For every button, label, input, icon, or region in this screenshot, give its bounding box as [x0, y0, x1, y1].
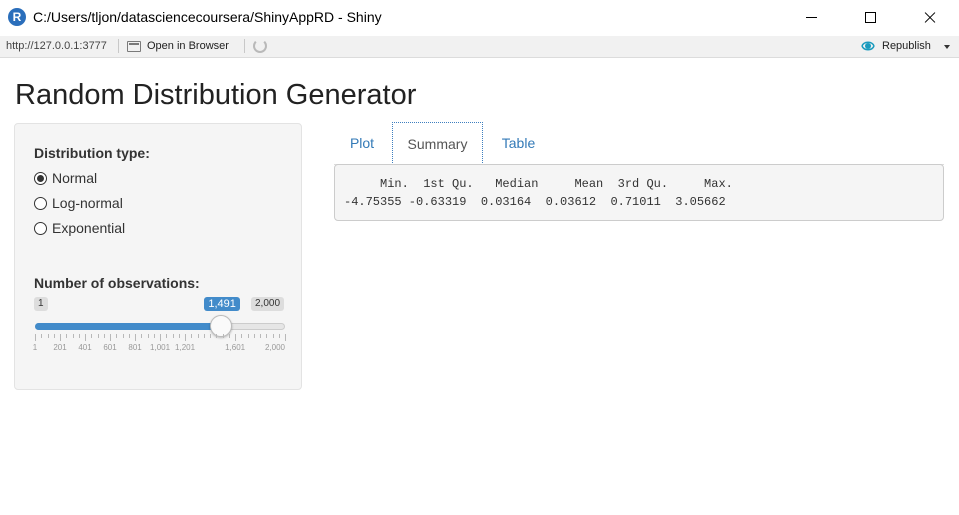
slider-minor-tick [41, 334, 43, 338]
summary-values-row: -4.75355 -0.63319 0.03164 0.03612 0.7101… [344, 195, 733, 209]
slider-minor-tick [253, 334, 255, 338]
slider-minor-tick [166, 334, 168, 338]
tab-bar: Plot Summary Table [334, 122, 944, 165]
sidebar-panel: Distribution type: Normal Log-normal Exp… [14, 123, 302, 390]
slider-minor-tick [278, 334, 280, 338]
slider-minor-tick [103, 334, 105, 338]
slider-minor-tick [91, 334, 93, 338]
r-app-icon: R [8, 8, 26, 26]
slider-minor-tick [72, 334, 74, 338]
slider-minor-tick [178, 334, 180, 338]
slider-max-label: 2,000 [251, 297, 285, 311]
slider-tick-label: 1 [32, 343, 38, 352]
close-icon[interactable] [907, 0, 953, 36]
refresh-icon[interactable] [253, 39, 267, 53]
radio-label: Normal [52, 170, 98, 186]
radio-exponential[interactable]: Exponential [34, 219, 125, 237]
radio-label: Log-normal [52, 195, 123, 211]
slider-tick-label: 1,601 [225, 343, 246, 352]
slider-minor-tick [191, 334, 193, 338]
slider-minor-tick [66, 334, 68, 338]
url-address: http://127.0.0.1:3777 [6, 40, 107, 52]
republish-button[interactable]: Republish [882, 40, 931, 52]
slider-major-tick [110, 334, 112, 341]
slider-min-label: 1 [34, 297, 48, 311]
slider-tick-label: 401 [78, 343, 92, 352]
summary-header-row: Min. 1st Qu. Median Mean 3rd Qu. Max. [344, 177, 741, 191]
slider-minor-tick [122, 334, 124, 338]
tab-table[interactable]: Table [486, 122, 551, 164]
slider-minor-tick [147, 334, 149, 338]
slider-major-tick [85, 334, 87, 341]
slider-tick-label: 1,001 [150, 343, 171, 352]
slider-minor-tick [247, 334, 249, 338]
distribution-type-label: Distribution type: [34, 145, 150, 161]
radio-button[interactable] [34, 221, 47, 235]
window-titlebar: R C:/Users/tljon/datasciencecoursera/Shi… [0, 0, 959, 36]
slider-major-tick [35, 334, 36, 341]
slider-value-label: 1,491 [204, 297, 240, 311]
radio-normal[interactable]: Normal [34, 169, 97, 187]
toolbar-divider [118, 39, 119, 53]
slider-major-tick [60, 334, 61, 341]
slider-minor-tick [47, 334, 49, 338]
slider-minor-tick [241, 334, 243, 338]
slider-minor-tick [210, 334, 211, 338]
slider-minor-tick [222, 334, 224, 338]
radio-log-normal[interactable]: Log-normal [34, 194, 123, 212]
slider-minor-tick [266, 334, 268, 338]
slider-tick-label: 1,201 [175, 343, 196, 352]
slider-minor-tick [216, 334, 218, 338]
slider-minor-tick [203, 334, 205, 338]
slider-minor-tick [172, 334, 174, 338]
window-title: C:/Users/tljon/datasciencecoursera/Shiny… [33, 9, 382, 25]
radio-button[interactable] [34, 196, 47, 210]
slider-minor-tick [128, 334, 130, 338]
page-title: Random Distribution Generator [15, 79, 417, 111]
chevron-down-icon[interactable] [944, 45, 950, 49]
slider-minor-tick [78, 334, 80, 338]
slider-minor-tick [97, 334, 99, 338]
open-in-browser-button[interactable]: Open in Browser [147, 40, 229, 52]
slider-major-tick [285, 334, 286, 341]
slider-major-tick [235, 334, 237, 341]
slider-minor-tick [116, 334, 118, 338]
summary-output: Min. 1st Qu. Median Mean 3rd Qu. Max. -4… [334, 164, 944, 221]
tab-summary[interactable]: Summary [392, 122, 483, 165]
slider-tick-label: 801 [128, 343, 142, 352]
observations-label: Number of observations: [34, 275, 200, 291]
minimize-icon[interactable] [789, 0, 835, 36]
slider-minor-tick [141, 334, 143, 338]
slider-tick-label: 2,000 [264, 343, 286, 352]
slider-minor-tick [153, 334, 155, 338]
browser-window-icon[interactable] [127, 41, 141, 52]
slider-major-tick [185, 334, 187, 341]
slider-fill [35, 323, 222, 330]
radio-button-checked[interactable] [34, 171, 47, 185]
slider-minor-tick [228, 334, 230, 338]
slider-minor-tick [272, 334, 274, 338]
republish-icon[interactable] [861, 40, 875, 52]
slider-major-tick [160, 334, 162, 341]
maximize-icon[interactable] [847, 0, 893, 36]
slider-tick-label: 601 [103, 343, 117, 352]
slider-grid: 1 201 401 601 801 1,001 1,201 1,601 2,000 [32, 334, 286, 354]
slider-minor-tick [197, 334, 199, 338]
viewer-toolbar: http://127.0.0.1:3777 Open in Browser Re… [0, 36, 959, 58]
slider-major-tick [135, 334, 137, 341]
slider-minor-tick [53, 334, 55, 338]
slider-tick-label: 201 [53, 343, 67, 352]
slider-minor-tick [260, 334, 261, 338]
radio-label: Exponential [52, 220, 126, 236]
toolbar-divider [244, 39, 245, 53]
tab-plot[interactable]: Plot [334, 122, 390, 164]
